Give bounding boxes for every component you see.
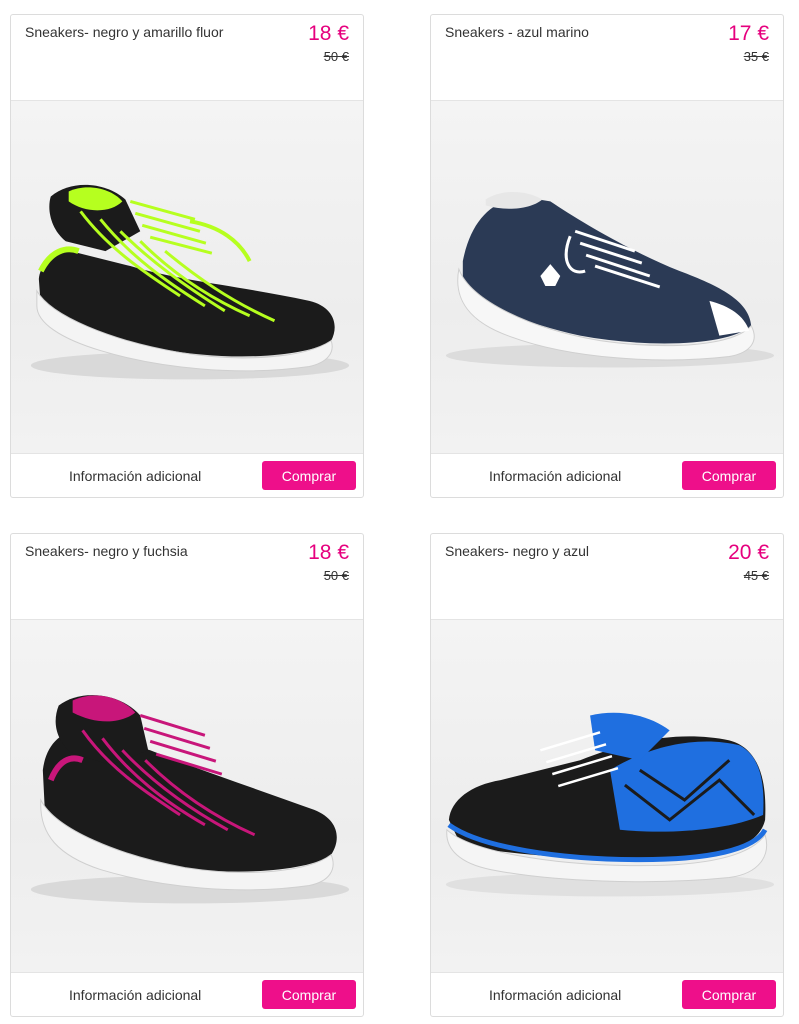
product-image[interactable] [11,620,363,972]
product-card-footer: Información adicional Comprar [11,453,363,497]
product-old-price: 45 € [743,568,769,583]
product-image[interactable] [11,101,363,453]
product-card-header: Sneakers - azul marino 17 € 35 € [431,15,783,101]
product-old-price: 35 € [743,49,769,64]
product-image[interactable] [431,101,783,453]
sneaker-image-navy-canvas [445,191,775,368]
product-card: Sneakers- negro y azul 20 € 45 € Informa… [430,533,784,1017]
product-card-header: Sneakers- negro y amarillo fluor 18 € 50… [11,15,363,101]
sneaker-image-black-neon-yellow [30,184,350,380]
product-card: Sneakers - azul marino 17 € 35 € Informa… [430,14,784,498]
product-price: 18 € [308,541,349,564]
product-old-price: 50 € [323,568,349,583]
buy-button[interactable]: Comprar [262,980,356,1009]
buy-button[interactable]: Comprar [682,980,776,1009]
buy-button[interactable]: Comprar [682,461,776,490]
sneaker-image-black-blue [445,712,775,897]
product-card-header: Sneakers- negro y azul 20 € 45 € [431,534,783,620]
product-title[interactable]: Sneakers- negro y azul [445,543,589,559]
more-info-link[interactable]: Información adicional [489,468,621,484]
product-price: 17 € [728,22,769,45]
product-card-footer: Información adicional Comprar [431,453,783,497]
product-card-footer: Información adicional Comprar [431,972,783,1016]
product-image[interactable] [431,620,783,972]
product-card: Sneakers- negro y amarillo fluor 18 € 50… [10,14,364,498]
more-info-link[interactable]: Información adicional [69,468,201,484]
product-title[interactable]: Sneakers- negro y amarillo fluor [25,24,223,40]
sneaker-image-black-fuchsia [30,695,350,904]
product-card-footer: Información adicional Comprar [11,972,363,1016]
product-price: 20 € [728,541,769,564]
product-title[interactable]: Sneakers - azul marino [445,24,589,40]
product-price: 18 € [308,22,349,45]
buy-button[interactable]: Comprar [262,461,356,490]
product-title[interactable]: Sneakers- negro y fuchsia [25,543,188,559]
product-old-price: 50 € [323,49,349,64]
product-card-header: Sneakers- negro y fuchsia 18 € 50 € [11,534,363,620]
more-info-link[interactable]: Información adicional [69,987,201,1003]
product-card: Sneakers- negro y fuchsia 18 € 50 € Info… [10,533,364,1017]
more-info-link[interactable]: Información adicional [489,987,621,1003]
